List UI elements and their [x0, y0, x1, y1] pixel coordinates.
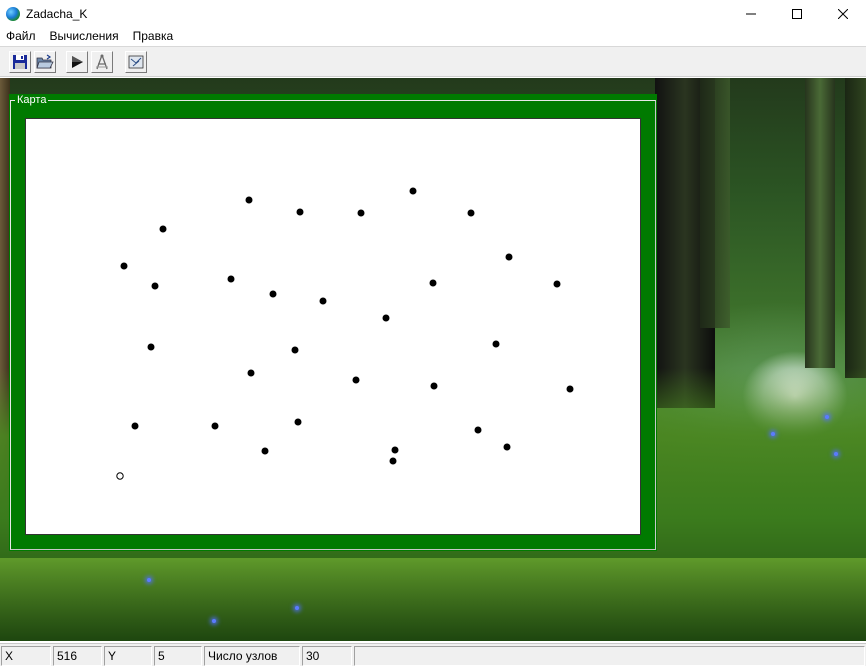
- firefly: [771, 432, 775, 436]
- menu-file[interactable]: Файл: [0, 27, 43, 46]
- map-panel: Карта: [9, 94, 657, 551]
- minimize-icon: [746, 13, 756, 14]
- map-node[interactable]: [247, 369, 255, 377]
- map-node[interactable]: [147, 343, 155, 351]
- menu-calculations[interactable]: Вычисления: [43, 27, 126, 46]
- run-button[interactable]: [66, 51, 88, 73]
- map-node[interactable]: [409, 187, 417, 195]
- firefly: [147, 578, 151, 582]
- status-message: [354, 646, 865, 666]
- map-icon: [128, 55, 144, 69]
- map-node[interactable]: [391, 446, 399, 454]
- title-bar: Zadacha_K: [0, 0, 866, 27]
- map-node[interactable]: [492, 340, 500, 348]
- firefly: [825, 415, 829, 419]
- map-node[interactable]: [291, 346, 299, 354]
- map-node[interactable]: [131, 422, 139, 430]
- map-node[interactable]: [429, 279, 437, 287]
- map-node[interactable]: [382, 314, 390, 322]
- map-node[interactable]: [227, 275, 235, 283]
- toolbar: [0, 46, 866, 77]
- map-node[interactable]: [245, 196, 253, 204]
- map-node[interactable]: [296, 208, 304, 216]
- open-button[interactable]: [34, 51, 56, 73]
- status-nodes-label: Число узлов: [204, 646, 300, 666]
- map-node[interactable]: [357, 209, 365, 217]
- floppy-disk-icon: [13, 55, 27, 69]
- map-node[interactable]: [294, 418, 302, 426]
- status-y-label: Y: [104, 646, 152, 666]
- maximize-button[interactable]: [774, 0, 820, 27]
- menu-bar: Файл Вычисления Правка: [0, 27, 866, 46]
- close-icon: [838, 8, 848, 19]
- status-x-label: X: [1, 646, 51, 666]
- map-node[interactable]: [319, 297, 327, 305]
- status-y-value: 5: [154, 646, 202, 666]
- map-node[interactable]: [389, 457, 397, 465]
- maximize-icon: [792, 8, 802, 19]
- save-button[interactable]: [9, 51, 31, 73]
- play-arrow-icon: [72, 56, 83, 68]
- compass-button[interactable]: [91, 51, 113, 73]
- tree-trunk: [700, 78, 730, 328]
- minimize-button[interactable]: [728, 0, 774, 27]
- menu-edit[interactable]: Правка: [126, 27, 181, 46]
- map-node[interactable]: [261, 447, 269, 455]
- map-node[interactable]: [553, 280, 561, 288]
- status-x-value: 516: [53, 646, 102, 666]
- status-nodes-value: 30: [302, 646, 352, 666]
- firefly: [295, 606, 299, 610]
- map-caption: Карта: [15, 94, 49, 106]
- firefly: [834, 452, 838, 456]
- map-node[interactable]: [505, 253, 513, 261]
- map-node[interactable]: [467, 209, 475, 217]
- app-globe-icon: [6, 6, 20, 21]
- compass-icon: [96, 54, 108, 70]
- tree-trunk: [805, 78, 835, 368]
- map-canvas[interactable]: [25, 118, 641, 535]
- map-node-selected[interactable]: [116, 472, 124, 480]
- grass-foreground: [0, 558, 866, 641]
- map-node[interactable]: [503, 443, 511, 451]
- window-title: Zadacha_K: [26, 6, 88, 21]
- map-node[interactable]: [269, 290, 277, 298]
- map-nodes-layer: [116, 187, 574, 480]
- map-node[interactable]: [120, 262, 128, 270]
- map-node[interactable]: [352, 376, 360, 384]
- map-button[interactable]: [125, 51, 147, 73]
- map-node[interactable]: [159, 225, 167, 233]
- map-node[interactable]: [211, 422, 219, 430]
- open-folder-icon: [36, 54, 54, 69]
- map-node[interactable]: [566, 385, 574, 393]
- map-node[interactable]: [430, 382, 438, 390]
- status-bar: X 516 Y 5 Число узлов 30: [0, 643, 866, 666]
- firefly: [212, 619, 216, 623]
- map-node[interactable]: [474, 426, 482, 434]
- tree-trunk: [845, 78, 866, 378]
- window-controls: [728, 0, 866, 27]
- map-node[interactable]: [151, 282, 159, 290]
- close-button[interactable]: [820, 0, 866, 27]
